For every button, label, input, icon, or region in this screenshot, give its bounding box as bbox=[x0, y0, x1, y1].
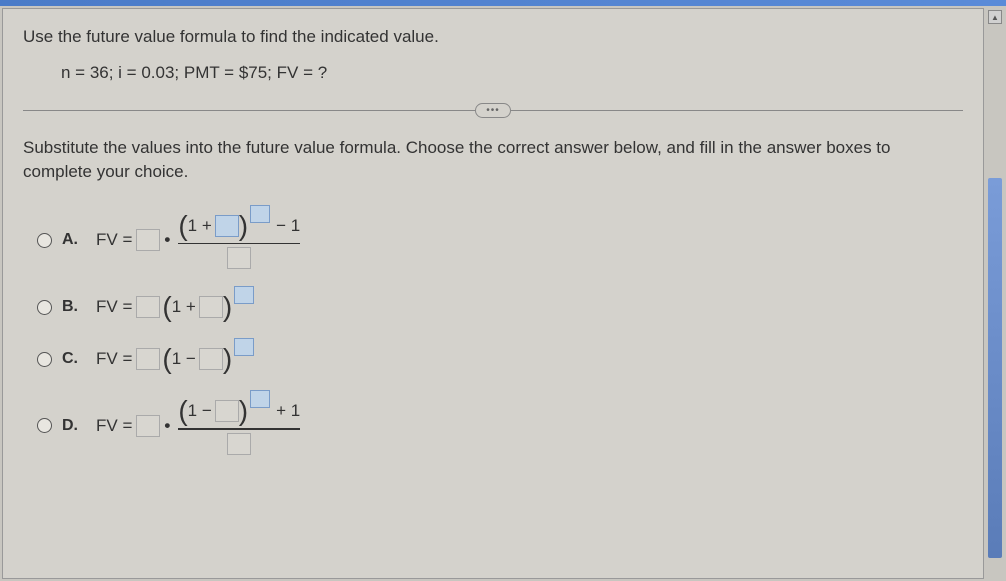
divider-line-left bbox=[23, 110, 475, 111]
minus-one: − 1 bbox=[276, 216, 300, 236]
one-plus: 1 + bbox=[188, 216, 212, 236]
input-exp-a[interactable] bbox=[250, 205, 270, 223]
paren-close: ) bbox=[223, 345, 232, 373]
fv-equals: FV = bbox=[96, 230, 132, 250]
fraction-d: ( 1 − ) + 1 bbox=[178, 397, 300, 455]
input-exp-d[interactable] bbox=[250, 390, 270, 408]
question-prompt: Use the future value formula to find the… bbox=[23, 27, 963, 47]
paren-open: ( bbox=[162, 293, 171, 321]
one-minus: 1 − bbox=[188, 401, 212, 421]
fraction-a: ( 1 + ) − 1 bbox=[178, 212, 300, 270]
choice-d-label: D. bbox=[62, 417, 82, 435]
paren-open: ( bbox=[178, 397, 187, 425]
input-denom-d[interactable] bbox=[227, 433, 251, 455]
paren-close: ) bbox=[223, 293, 232, 321]
radio-c[interactable] bbox=[37, 352, 52, 367]
multiply-dot: • bbox=[164, 416, 170, 436]
input-rate-b[interactable] bbox=[199, 296, 223, 318]
given-values: n = 36; i = 0.03; PMT = $75; FV = ? bbox=[61, 63, 963, 83]
fv-equals: FV = bbox=[96, 416, 132, 436]
input-exp-c[interactable] bbox=[234, 338, 254, 356]
choice-a-formula: FV = • ( 1 + ) − 1 bbox=[96, 212, 304, 270]
input-pmt-a[interactable] bbox=[136, 229, 160, 251]
radio-b[interactable] bbox=[37, 300, 52, 315]
paren-close: ) bbox=[239, 397, 248, 425]
paren-close: ) bbox=[239, 212, 248, 240]
one-minus: 1 − bbox=[172, 349, 196, 369]
scroll-up-button[interactable]: ▲ bbox=[988, 10, 1002, 24]
choice-d-row: D. FV = • ( 1 − ) bbox=[37, 397, 963, 455]
divider-line-right bbox=[511, 110, 963, 111]
section-divider: ••• bbox=[23, 103, 963, 118]
choice-a-label: A. bbox=[62, 231, 82, 249]
content-wrapper: Use the future value formula to find the… bbox=[0, 6, 1006, 581]
input-exp-b[interactable] bbox=[234, 286, 254, 304]
choice-a-row: A. FV = • ( 1 + ) bbox=[37, 212, 963, 270]
input-pmt-d[interactable] bbox=[136, 415, 160, 437]
input-rate-d[interactable] bbox=[215, 400, 239, 422]
multiply-dot: • bbox=[164, 230, 170, 250]
choice-b-row: B. FV = ( 1 + ) bbox=[37, 293, 963, 321]
radio-d[interactable] bbox=[37, 418, 52, 433]
choice-d-formula: FV = • ( 1 − ) + 1 bbox=[96, 397, 304, 455]
fv-equals: FV = bbox=[96, 297, 132, 317]
radio-a[interactable] bbox=[37, 233, 52, 248]
choice-c-formula: FV = ( 1 − ) bbox=[96, 345, 254, 373]
choice-c-row: C. FV = ( 1 − ) bbox=[37, 345, 963, 373]
divider-expand-button[interactable]: ••• bbox=[475, 103, 511, 118]
plus-one: + 1 bbox=[276, 401, 300, 421]
input-pmt-c[interactable] bbox=[136, 348, 160, 370]
one-plus: 1 + bbox=[172, 297, 196, 317]
paren-open: ( bbox=[162, 345, 171, 373]
instruction-text: Substitute the values into the future va… bbox=[23, 136, 963, 184]
scroll-thumb[interactable] bbox=[988, 178, 1002, 558]
choice-b-label: B. bbox=[62, 298, 82, 316]
input-rate-a[interactable] bbox=[215, 215, 239, 237]
question-panel: Use the future value formula to find the… bbox=[2, 8, 984, 579]
input-pmt-b[interactable] bbox=[136, 296, 160, 318]
paren-open: ( bbox=[178, 212, 187, 240]
fv-equals: FV = bbox=[96, 349, 132, 369]
choice-b-formula: FV = ( 1 + ) bbox=[96, 293, 254, 321]
input-denom-a[interactable] bbox=[227, 247, 251, 269]
choice-c-label: C. bbox=[62, 350, 82, 368]
input-rate-c[interactable] bbox=[199, 348, 223, 370]
scrollbar[interactable]: ▲ bbox=[986, 8, 1004, 579]
